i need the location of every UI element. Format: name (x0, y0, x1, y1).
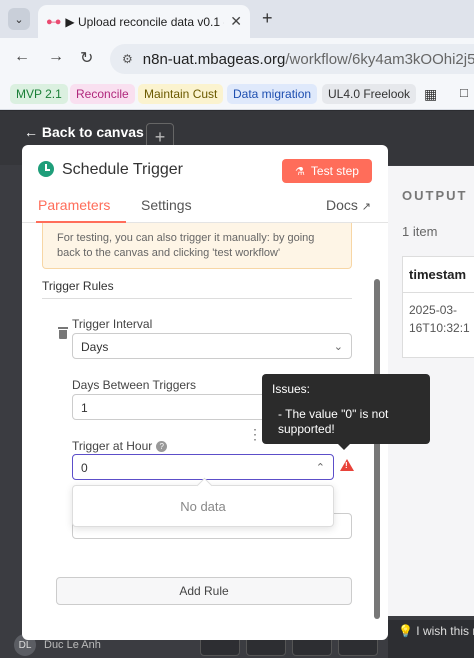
test-step-label: Test step (310, 164, 359, 178)
trash-icon[interactable] (58, 327, 68, 339)
feedback-label: I wish this n (416, 624, 474, 638)
arrow-left-icon: ← (24, 124, 38, 140)
trigger-interval-select[interactable]: Days ⌄ (72, 333, 352, 359)
external-link-icon: ↗ (361, 201, 372, 213)
divider (42, 298, 352, 299)
docs-label: Docs (326, 197, 358, 213)
back-arrow-icon[interactable]: ← (14, 48, 30, 66)
tab-title: ▶ Upload reconcile data v0.1 - (65, 14, 225, 29)
days-between-value: 1 (81, 401, 88, 415)
browser-address-bar: ← → ↻ ⚙ n8n-uat.mbageas.org/workflow/6ky… (0, 38, 474, 80)
chevron-up-icon: ⌃ (315, 462, 325, 474)
trigger-interval-label: Trigger Interval (72, 317, 153, 331)
tab-search-chevron-icon[interactable]: ⌄ (8, 8, 30, 30)
trigger-hour-label: Trigger at Hour? (72, 439, 168, 453)
manual-test-notice: For testing, you can also trigger it man… (42, 223, 352, 269)
output-title: OUTPUT (402, 188, 468, 203)
browser-tab-bar: ⌄ ●–● ▶ Upload reconcile data v0.1 - ✕ + (0, 0, 474, 38)
trigger-hour-select[interactable]: 0 ⌃ (72, 454, 334, 480)
url-field[interactable]: ⚙ n8n-uat.mbageas.org/workflow/6ky4am3kO… (110, 44, 474, 74)
lightbulb-icon: 💡 (398, 624, 413, 638)
flask-icon: ⚗ (295, 165, 305, 178)
bookmark-data-migration[interactable]: Data migration (227, 84, 318, 104)
options-dots-icon[interactable]: ⋮ (248, 427, 262, 441)
days-between-label: Days Between Triggers (72, 378, 197, 392)
chevron-down-icon: ⌄ (333, 341, 343, 353)
bookmark-ul4-freelook[interactable]: UL4.0 Freelook (322, 84, 417, 104)
panel-title[interactable]: Schedule Trigger (62, 161, 183, 179)
new-tab-plus-icon[interactable]: + (262, 8, 273, 29)
apps-grid-icon[interactable]: ▦ (424, 86, 437, 103)
site-settings-icon[interactable]: ⚙ (122, 52, 133, 66)
output-column-header: timestam (403, 257, 474, 293)
url-path: /workflow/6ky4am3kOOhi2j5a (285, 50, 474, 68)
tooltip-message: - The value "0" is not supported! (278, 407, 389, 436)
notice-line-2: back to the canvas and clicking 'test wo… (57, 247, 281, 259)
output-cell[interactable]: 2025-03- 16T10:32:1 (403, 293, 474, 357)
clock-icon (38, 161, 54, 177)
bookmarks-bar: MVP 2.1 Reconcile Maintain Cust Data mig… (0, 80, 474, 110)
no-data-text: No data (180, 498, 226, 514)
back-to-canvas-link[interactable]: ← Back to canvas (24, 124, 144, 140)
panel-header: Schedule Trigger ⚗ Test step (22, 145, 388, 195)
user-name: Duc Le Anh (44, 639, 101, 651)
tooltip-title: Issues: (272, 382, 311, 396)
docs-link[interactable]: Docs ↗ (326, 197, 371, 213)
trigger-hour-label-text: Trigger at Hour (72, 439, 153, 453)
forward-arrow-icon[interactable]: → (48, 48, 64, 66)
output-table: timestam 2025-03- 16T10:32:1 (402, 256, 474, 358)
url-host: n8n-uat.mbageas.org (142, 50, 286, 68)
bookmarks-folder-icon[interactable]: □ (460, 85, 468, 100)
test-step-button[interactable]: ⚗ Test step (282, 159, 372, 183)
warning-icon[interactable] (340, 459, 354, 471)
bookmark-maintain-cust[interactable]: Maintain Cust (138, 84, 224, 104)
trigger-interval-value: Days (81, 340, 109, 354)
issues-tooltip: Issues: - The value "0" is not supported… (262, 374, 430, 450)
hour-dropdown: No data (72, 485, 334, 527)
trigger-hour-value: 0 (81, 461, 88, 475)
panel-scrollbar[interactable] (374, 279, 380, 619)
output-cell-line1: 2025-03- (409, 303, 458, 317)
help-icon[interactable]: ? (156, 441, 168, 452)
output-item-count: 1 item (402, 224, 438, 239)
add-rule-button[interactable]: Add Rule (56, 577, 352, 605)
notice-line-1: For testing, you can also trigger it man… (57, 232, 315, 244)
bookmark-reconcile[interactable]: Reconcile (70, 84, 135, 104)
trigger-rules-heading: Trigger Rules (42, 279, 114, 293)
tab-close-icon[interactable]: ✕ (230, 13, 242, 30)
reload-icon[interactable]: ↻ (80, 48, 93, 68)
n8n-favicon-icon: ●–● (46, 15, 61, 28)
bookmark-mvp[interactable]: MVP 2.1 (10, 84, 68, 104)
tab-parameters[interactable]: Parameters (38, 197, 110, 213)
feedback-link[interactable]: 💡 I wish this n (398, 624, 474, 638)
browser-tab[interactable]: ●–● ▶ Upload reconcile data v0.1 - ✕ (38, 5, 250, 38)
tab-settings[interactable]: Settings (141, 197, 192, 213)
output-cell-line2: 16T10:32:1 (409, 321, 470, 335)
back-to-canvas-label: Back to canvas (41, 124, 144, 140)
